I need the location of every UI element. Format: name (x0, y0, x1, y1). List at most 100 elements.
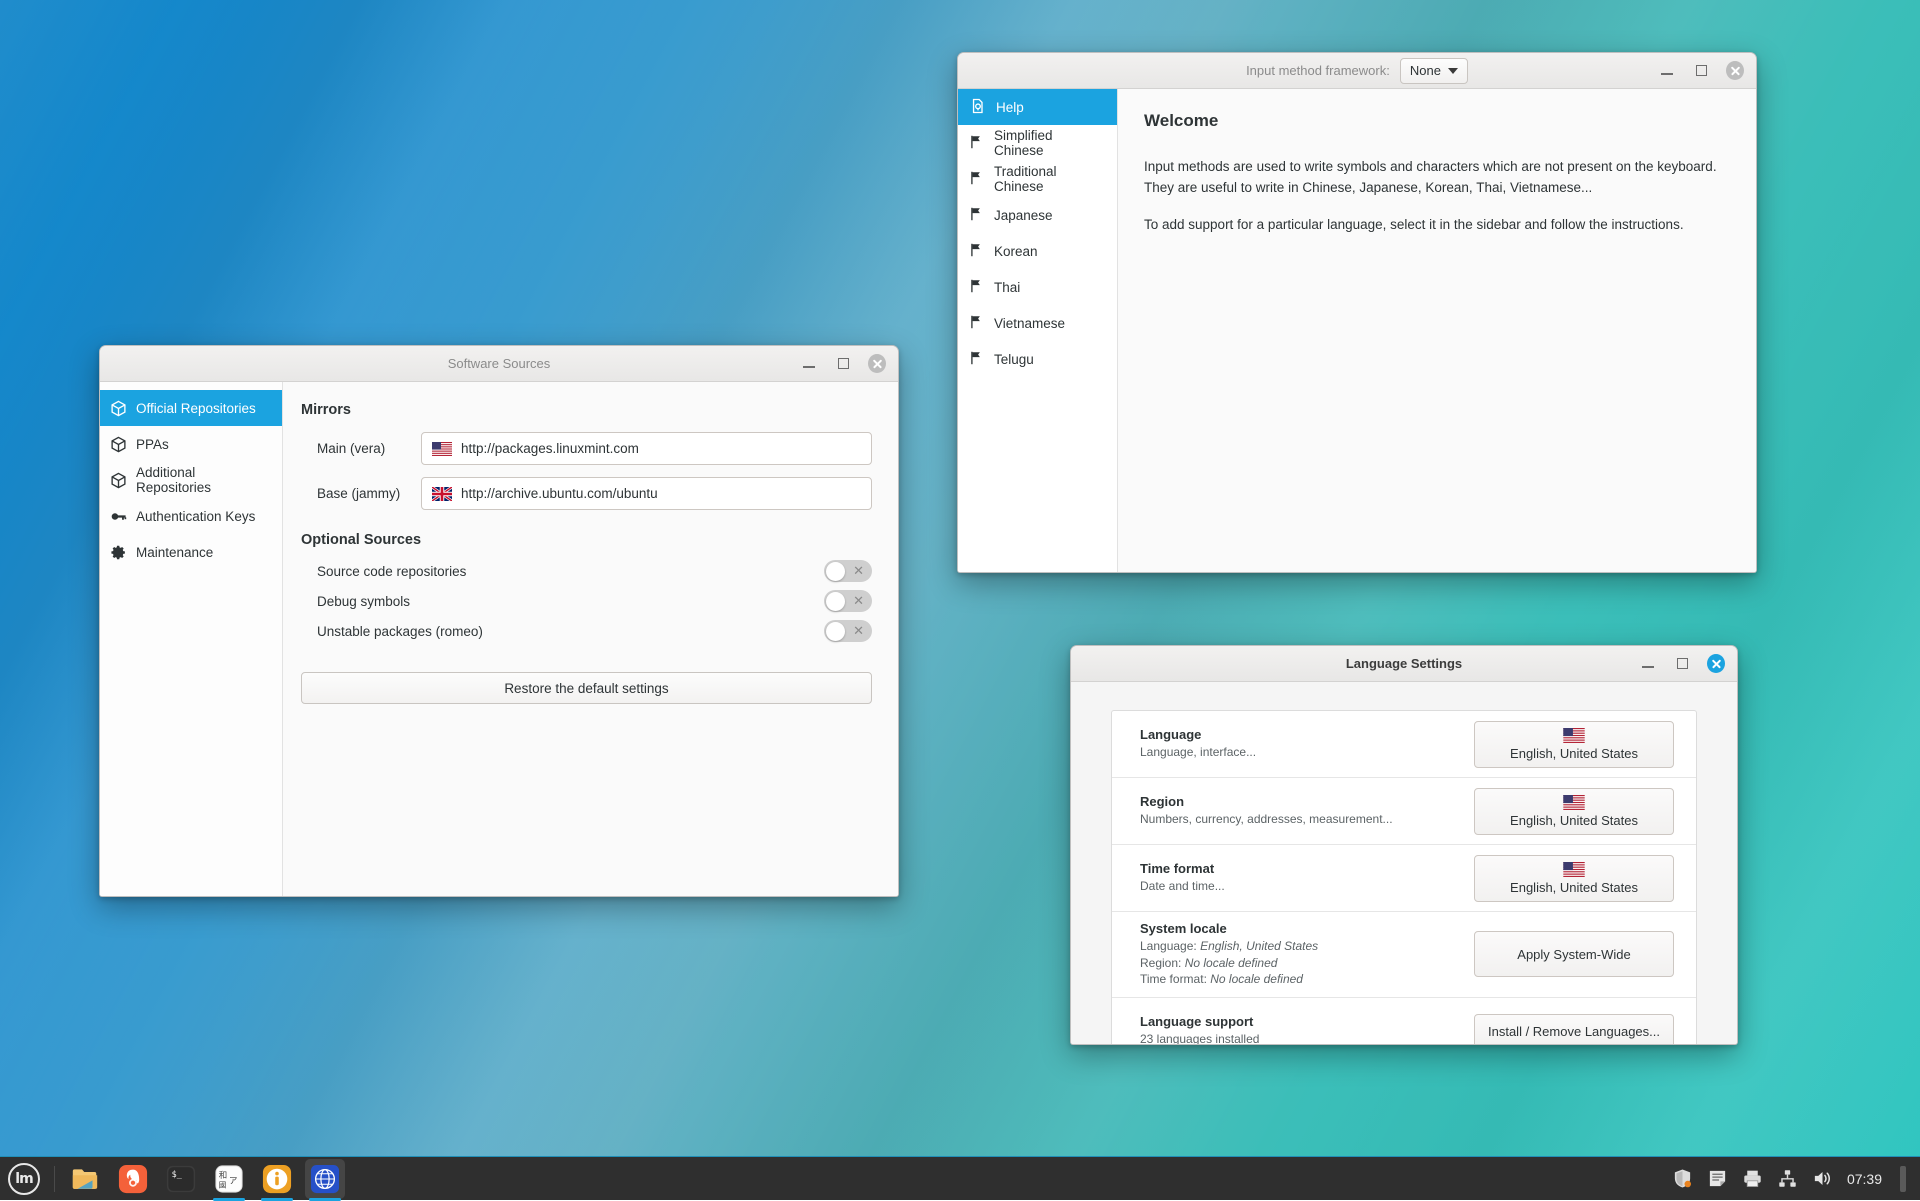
notes-icon[interactable] (1707, 1168, 1728, 1189)
sidebar-item-vietnamese[interactable]: Vietnamese (958, 305, 1117, 341)
package-icon (110, 436, 127, 453)
sidebar-item-maintenance[interactable]: Maintenance (100, 534, 282, 570)
sidebar-label: Official Repositories (136, 401, 256, 416)
sidebar-label: Thai (994, 280, 1020, 295)
locale-time-value: No locale defined (1210, 972, 1303, 986)
panel-grip[interactable] (1900, 1166, 1906, 1192)
apply-system-wide-button[interactable]: Apply System-Wide (1474, 931, 1674, 977)
sidebar-item-authentication-keys[interactable]: Authentication Keys (100, 498, 282, 534)
software-sources-sidebar[interactable]: Official Repositories PPAs Additional Re… (100, 382, 283, 896)
help-document-icon (970, 98, 986, 117)
language-settings-window[interactable]: Language Settings Language Language, int… (1070, 645, 1738, 1045)
sidebar-item-additional-repositories[interactable]: Additional Repositories (100, 462, 282, 498)
close-button[interactable] (1726, 62, 1744, 80)
launcher-files[interactable] (65, 1159, 105, 1199)
mirror-label: Main (vera) (301, 441, 421, 456)
maximize-button[interactable] (1692, 62, 1710, 80)
software-sources-window[interactable]: Software Sources Official Repositories P… (99, 345, 899, 897)
window-controls[interactable] (1658, 62, 1748, 80)
key-icon (110, 508, 127, 525)
button-label: English, United States (1510, 746, 1638, 761)
time-format-select-button[interactable]: English, United States (1474, 855, 1674, 902)
sidebar-label: Korean (994, 244, 1038, 259)
window-controls[interactable] (800, 355, 890, 373)
network-icon[interactable] (1777, 1168, 1798, 1189)
software-sources-titlebar[interactable]: Software Sources (100, 346, 898, 382)
sidebar-label: Traditional Chinese (994, 164, 1105, 194)
svg-text:ア: ア (229, 1175, 237, 1185)
sidebar-item-thai[interactable]: Thai (958, 269, 1117, 305)
system-tray[interactable]: 07:39 (1672, 1166, 1920, 1192)
launcher-language-settings[interactable] (305, 1159, 345, 1199)
us-flag-icon (432, 442, 452, 456)
mirror-base-button[interactable]: http://archive.ubuntu.com/ubuntu (421, 477, 872, 510)
launcher-firefox[interactable] (113, 1159, 153, 1199)
sidebar-item-help[interactable]: Help (958, 89, 1117, 125)
restore-default-settings-button[interactable]: Restore the default settings (301, 672, 872, 704)
sidebar-label: Vietnamese (994, 316, 1065, 331)
button-label: English, United States (1510, 880, 1638, 895)
panel-launchers[interactable]: lm $_ (0, 1157, 349, 1201)
close-button[interactable] (868, 355, 886, 373)
framework-value: None (1410, 63, 1441, 78)
sidebar-item-simplified-chinese[interactable]: Simplified Chinese (958, 125, 1117, 161)
window-controls[interactable] (1639, 655, 1729, 673)
language-settings-titlebar[interactable]: Language Settings (1071, 646, 1737, 682)
framework-dropdown[interactable]: None (1400, 58, 1468, 84)
sidebar-item-japanese[interactable]: Japanese (958, 197, 1117, 233)
locale-language-key: Language: (1140, 939, 1197, 953)
flag-icon (970, 242, 984, 261)
optional-row-unstable-packages: Unstable packages (romeo) ✕ (301, 616, 872, 646)
sidebar-item-traditional-chinese[interactable]: Traditional Chinese (958, 161, 1117, 197)
row-title: Region (1140, 794, 1474, 809)
install-remove-languages-button[interactable]: Install / Remove Languages... (1474, 1014, 1674, 1045)
source-code-repositories-toggle[interactable]: ✕ (824, 560, 872, 582)
minimize-button[interactable] (1639, 655, 1657, 673)
button-label: English, United States (1510, 813, 1638, 828)
time-format-row: Time format Date and time... English, Un… (1112, 845, 1696, 912)
unstable-packages-toggle[interactable]: ✕ (824, 620, 872, 642)
software-sources-content: Mirrors Main (vera) http://packages.linu… (283, 382, 898, 896)
flag-icon (970, 206, 984, 225)
language-support-row: Language support 23 languages installed … (1112, 998, 1696, 1045)
input-method-titlebar[interactable]: Input method framework: None (958, 53, 1756, 89)
uk-flag-icon (432, 487, 452, 501)
sidebar-item-korean[interactable]: Korean (958, 233, 1117, 269)
minimize-button[interactable] (800, 355, 818, 373)
update-shield-icon[interactable] (1672, 1168, 1693, 1189)
optional-label: Debug symbols (317, 594, 410, 609)
locale-region-value: No locale defined (1185, 956, 1278, 970)
sidebar-label: Authentication Keys (136, 509, 255, 524)
sidebar-label: Additional Repositories (136, 465, 272, 495)
mirror-base-value: http://archive.ubuntu.com/ubuntu (461, 486, 658, 501)
input-method-window[interactable]: Input method framework: None Help Simpli… (957, 52, 1757, 573)
sidebar-item-telugu[interactable]: Telugu (958, 341, 1117, 377)
launcher-terminal[interactable]: $_ (161, 1159, 201, 1199)
launcher-software-sources[interactable] (257, 1159, 297, 1199)
input-method-sidebar[interactable]: Help Simplified Chinese Traditional Chin… (958, 89, 1118, 572)
maximize-button[interactable] (834, 355, 852, 373)
minimize-button[interactable] (1658, 62, 1676, 80)
locale-region-key: Region: (1140, 956, 1181, 970)
printer-icon[interactable] (1742, 1168, 1763, 1189)
optional-row-debug-symbols: Debug symbols ✕ (301, 586, 872, 616)
debug-symbols-toggle[interactable]: ✕ (824, 590, 872, 612)
flag-icon (970, 170, 984, 189)
clock[interactable]: 07:39 (1847, 1171, 1882, 1187)
mint-menu-button[interactable]: lm (4, 1159, 44, 1199)
svg-text:國: 國 (219, 1180, 227, 1189)
volume-icon[interactable] (1812, 1168, 1833, 1189)
gear-icon (110, 544, 127, 561)
launcher-input-method[interactable]: 和 ア 國 (209, 1159, 249, 1199)
language-select-button[interactable]: English, United States (1474, 721, 1674, 768)
region-select-button[interactable]: English, United States (1474, 788, 1674, 835)
sidebar-item-official-repositories[interactable]: Official Repositories (100, 390, 282, 426)
close-button[interactable] (1707, 655, 1725, 673)
row-title: Language support (1140, 1014, 1474, 1029)
sidebar-label: Help (996, 100, 1024, 115)
sidebar-item-ppas[interactable]: PPAs (100, 426, 282, 462)
mirror-row-main: Main (vera) http://packages.linuxmint.co… (301, 432, 872, 465)
maximize-button[interactable] (1673, 655, 1691, 673)
mirror-main-button[interactable]: http://packages.linuxmint.com (421, 432, 872, 465)
taskbar-panel[interactable]: lm $_ (0, 1156, 1920, 1200)
